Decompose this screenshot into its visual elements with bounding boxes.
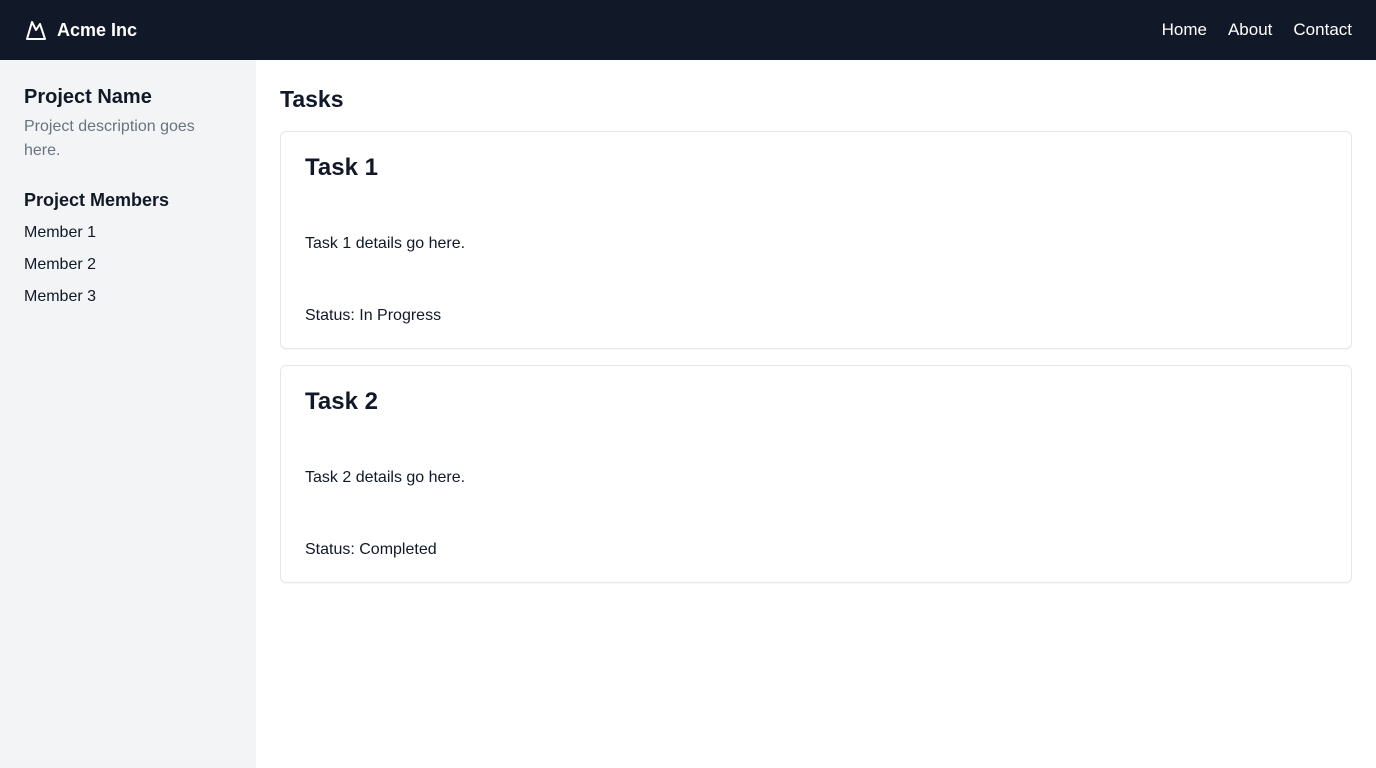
brand-name: Acme Inc bbox=[57, 19, 138, 40]
top-navbar: Acme Inc Home About Contact bbox=[0, 0, 1376, 60]
task-details: Task 1 details go here. bbox=[305, 235, 466, 252]
main-content: Tasks Task 1 Task 1 details go here. Sta… bbox=[256, 60, 1376, 768]
sidebar: Project Name Project description goes he… bbox=[0, 60, 256, 768]
task-title: Task 1 bbox=[305, 154, 378, 181]
task-card: Task 2 Task 2 details go here. Status: C… bbox=[280, 365, 1352, 583]
members-heading: Project Members bbox=[24, 190, 170, 210]
member-item: Member 3 bbox=[24, 288, 97, 305]
task-card: Task 1 Task 1 details go here. Status: I… bbox=[280, 131, 1352, 349]
brand[interactable]: Acme Inc bbox=[24, 18, 137, 42]
nav-link-home[interactable]: Home bbox=[1162, 20, 1207, 40]
nav-link-contact[interactable]: Contact bbox=[1293, 20, 1352, 40]
task-status: Status: In Progress bbox=[305, 307, 442, 324]
task-title: Task 2 bbox=[305, 388, 378, 415]
task-status: Status: Completed bbox=[305, 541, 437, 558]
member-item: Member 1 bbox=[24, 224, 97, 241]
main-nav: Home About Contact bbox=[1162, 20, 1352, 40]
mountain-icon bbox=[24, 18, 48, 42]
member-item: Member 2 bbox=[24, 256, 97, 273]
member-list: Member 1 Member 2 Member 3 bbox=[24, 217, 232, 313]
page-title: Tasks bbox=[280, 86, 344, 112]
project-name: Project Name bbox=[24, 86, 152, 108]
project-description: Project description goes here. bbox=[24, 118, 195, 159]
task-details: Task 2 details go here. bbox=[305, 469, 466, 486]
nav-link-about[interactable]: About bbox=[1228, 20, 1272, 40]
